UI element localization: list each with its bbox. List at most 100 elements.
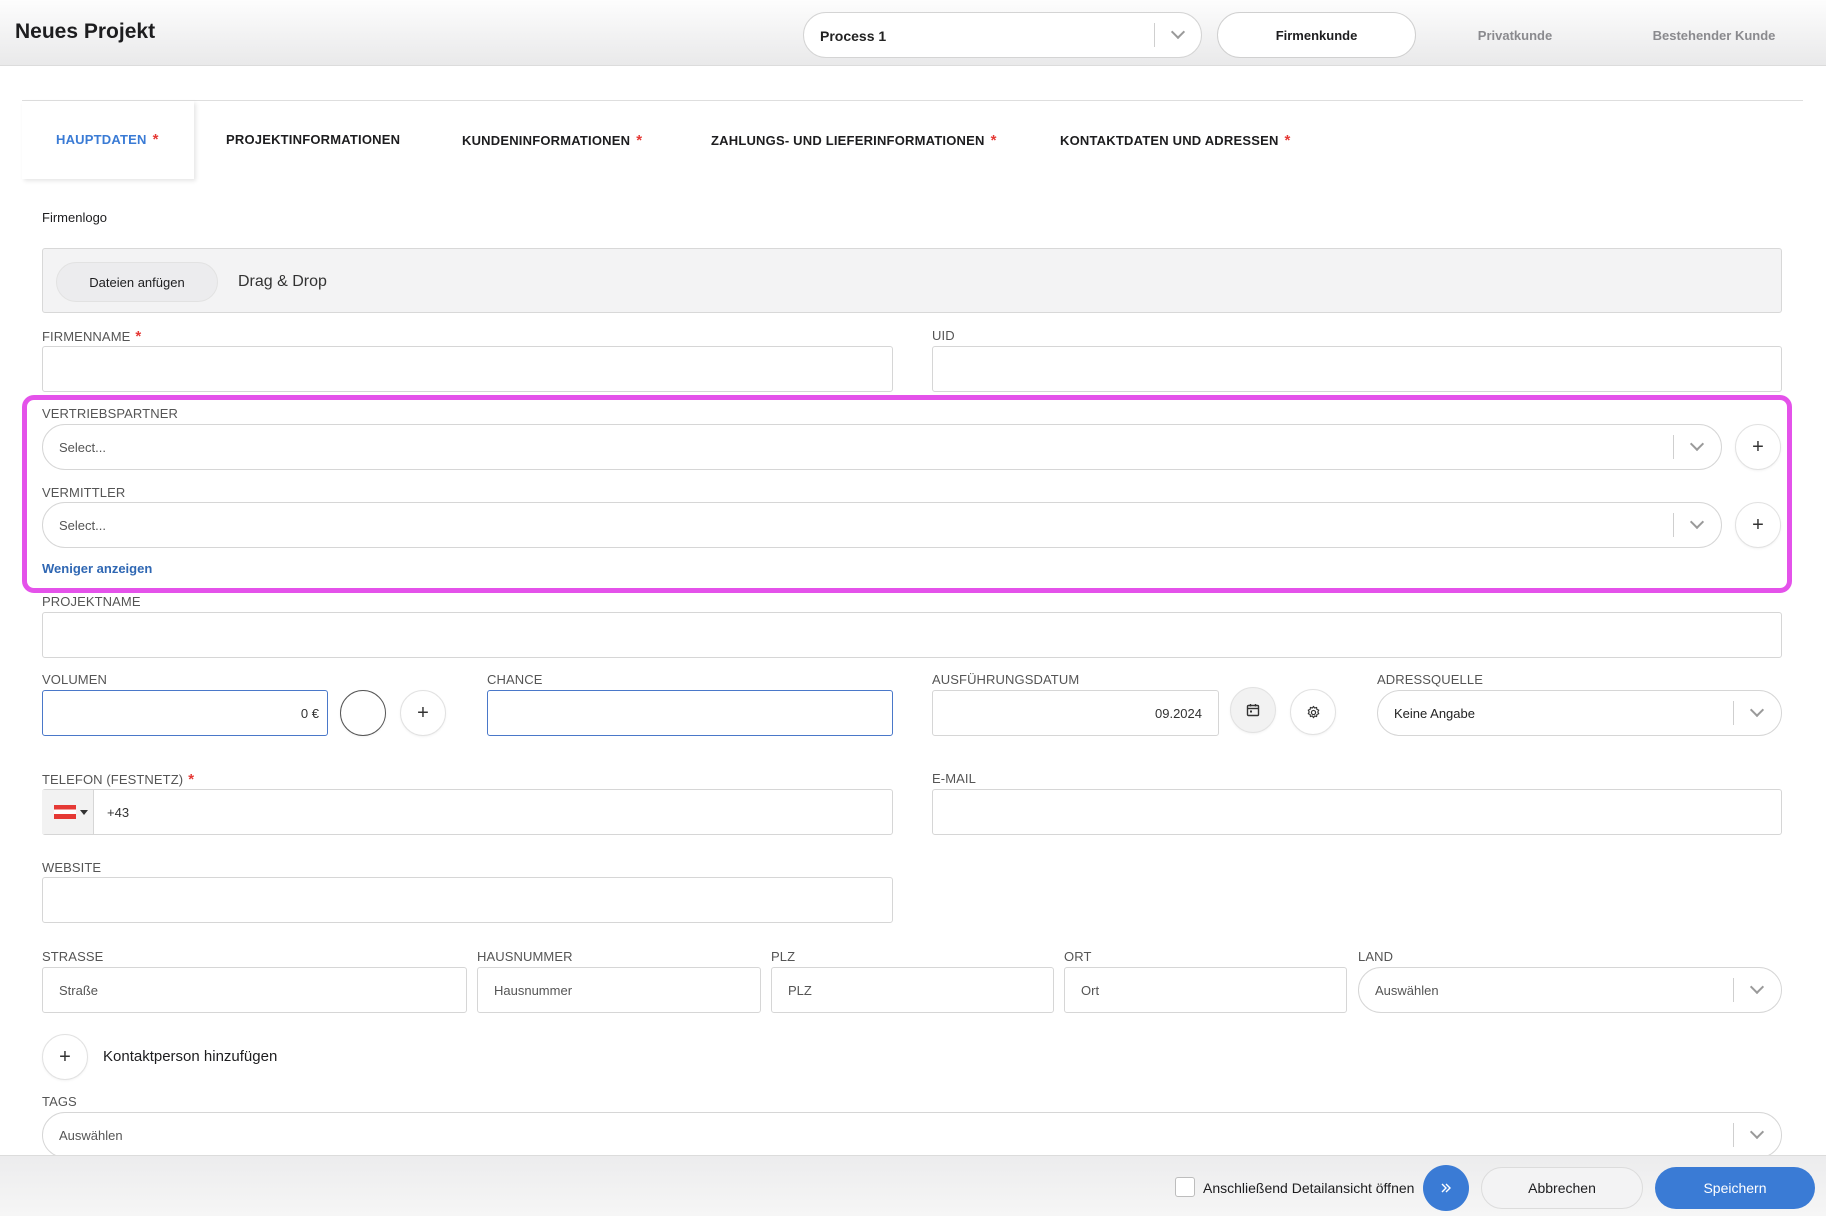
volumen-input[interactable]: 0 € [42, 690, 328, 736]
adressquelle-select[interactable]: Keine Angabe [1377, 690, 1782, 736]
show-less-link[interactable]: Weniger anzeigen [42, 561, 152, 576]
segment-firmenkunde[interactable]: Firmenkunde [1217, 12, 1416, 58]
hausnummer-input[interactable]: Hausnummer [477, 967, 761, 1013]
gear-icon [1307, 705, 1319, 718]
select-divider [1673, 513, 1674, 537]
segment-bestehender-kunde[interactable]: Bestehender Kunde [1614, 12, 1814, 58]
add-vertriebspartner-button[interactable]: + [1735, 424, 1781, 470]
tab-label: KUNDENINFORMATIONEN [462, 133, 631, 148]
ausfuehrungsdatum-input[interactable]: 09.2024 [932, 690, 1219, 736]
website-input[interactable] [42, 877, 893, 923]
vermittler-select[interactable]: Select... [42, 502, 1722, 548]
cancel-button[interactable]: Abbrechen [1481, 1167, 1643, 1209]
input-placeholder: Hausnummer [494, 983, 573, 998]
select-divider [1154, 23, 1155, 47]
austria-flag-icon [54, 805, 76, 819]
tab-kontaktdaten-adressen[interactable]: KONTAKTDATEN UND ADRESSEN * [1060, 132, 1291, 149]
required-marker: * [636, 132, 643, 149]
tab-label: KONTAKTDATEN UND ADRESSEN [1060, 133, 1279, 148]
strasse-input[interactable]: Straße [42, 967, 467, 1013]
telefon-input[interactable]: +43 [42, 789, 893, 835]
save-button[interactable]: Speichern [1655, 1167, 1815, 1209]
tabs-divider [22, 100, 1803, 101]
land-label: LAND [1358, 949, 1394, 964]
firmenname-input[interactable] [42, 346, 893, 392]
uid-label: UID [932, 328, 955, 343]
volumen-label: VOLUMEN [42, 672, 107, 687]
tab-label: ZAHLUNGS- UND LIEFERINFORMATIONEN [711, 133, 985, 148]
select-placeholder: Select... [59, 518, 106, 533]
add-contact-button[interactable]: + [42, 1034, 88, 1080]
open-detail-checkbox[interactable] [1175, 1177, 1195, 1197]
required-marker: * [188, 771, 195, 788]
plus-icon: + [1752, 513, 1764, 536]
country-code-selector[interactable] [42, 790, 94, 834]
email-input[interactable] [932, 789, 1782, 835]
datum-value: 09.2024 [1155, 706, 1202, 721]
tab-projektinformationen[interactable]: PROJEKTINFORMATIONEN [226, 132, 400, 147]
ort-input[interactable]: Ort [1064, 967, 1347, 1013]
tab-zahlungs-lieferinformationen[interactable]: ZAHLUNGS- UND LIEFERINFORMATIONEN * [711, 132, 997, 149]
land-select[interactable]: Auswählen [1358, 967, 1782, 1013]
plus-icon: + [417, 701, 429, 724]
label-text: FIRMENNAME [42, 329, 131, 344]
chance-input[interactable] [487, 690, 893, 736]
telefon-label: TELEFON (FESTNETZ) * [42, 771, 194, 788]
required-marker: * [990, 132, 997, 149]
drag-drop-text: Drag & Drop [238, 273, 327, 290]
telefon-value: +43 [107, 805, 130, 820]
add-contact-label: Kontaktperson hinzufügen [103, 1048, 278, 1065]
tab-label: HAUPTDATEN [56, 132, 147, 147]
segment-privatkunde[interactable]: Privatkunde [1416, 12, 1614, 58]
currency-circle-button[interactable] [340, 690, 386, 736]
caret-down-icon [80, 810, 88, 815]
chance-label: CHANCE [487, 672, 543, 687]
chevron-down-icon [1170, 24, 1186, 40]
required-marker: * [135, 328, 142, 345]
plz-label: PLZ [771, 949, 796, 964]
select-divider [1733, 1123, 1734, 1147]
open-detail-label: Anschließend Detailansicht öffnen [1203, 1180, 1415, 1196]
adressquelle-label: ADRESSQUELLE [1377, 672, 1483, 687]
firmenname-label: FIRMENNAME * [42, 328, 141, 345]
email-label: E-MAIL [932, 771, 976, 786]
process-select[interactable]: Process 1 [803, 12, 1202, 58]
label-text: TELEFON (FESTNETZ) [42, 772, 184, 787]
vermittler-label: VERMITTLER [42, 485, 126, 500]
required-marker: * [1284, 132, 1291, 149]
process-select-value: Process 1 [820, 28, 887, 44]
double-chevron-right-icon [1441, 1183, 1451, 1193]
uid-input[interactable] [932, 346, 1782, 392]
select-placeholder: Auswählen [59, 1128, 123, 1143]
chevron-down-icon [1749, 1124, 1765, 1140]
chevron-down-icon [1749, 702, 1765, 718]
vertriebspartner-select[interactable]: Select... [42, 424, 1722, 470]
datum-settings-button[interactable] [1290, 689, 1336, 735]
projektname-input[interactable] [42, 612, 1782, 658]
attach-files-button[interactable]: Dateien anfügen [56, 262, 218, 302]
select-divider [1733, 978, 1734, 1002]
input-placeholder: PLZ [788, 983, 812, 998]
input-placeholder: Straße [59, 983, 99, 998]
select-divider [1673, 435, 1674, 459]
calendar-icon [1246, 704, 1260, 717]
input-placeholder: Ort [1081, 983, 1100, 998]
select-placeholder: Select... [59, 440, 106, 455]
plz-input[interactable]: PLZ [771, 967, 1054, 1013]
ort-label: ORT [1064, 949, 1092, 964]
hausnummer-label: HAUSNUMMER [477, 949, 573, 964]
page-title: Neues Projekt [15, 20, 156, 43]
volumen-value: 0 € [300, 706, 319, 721]
add-vermittler-button[interactable]: + [1735, 502, 1781, 548]
tags-select[interactable]: Auswählen [42, 1112, 1782, 1158]
add-volumen-button[interactable]: + [400, 690, 446, 736]
strasse-label: STRASSE [42, 949, 104, 964]
tab-kundeninformationen[interactable]: KUNDENINFORMATIONEN * [462, 132, 642, 149]
tab-hauptdaten[interactable]: HAUPTDATEN * [56, 131, 159, 148]
ausfuehrungsdatum-label: AUSFÜHRUNGSDATUM [932, 672, 1080, 687]
next-button[interactable] [1423, 1165, 1469, 1211]
chevron-down-icon [1689, 436, 1705, 452]
calendar-button[interactable] [1230, 687, 1276, 733]
vertriebspartner-label: VERTRIEBSPARTNER [42, 406, 178, 421]
chevron-down-icon [1689, 514, 1705, 530]
